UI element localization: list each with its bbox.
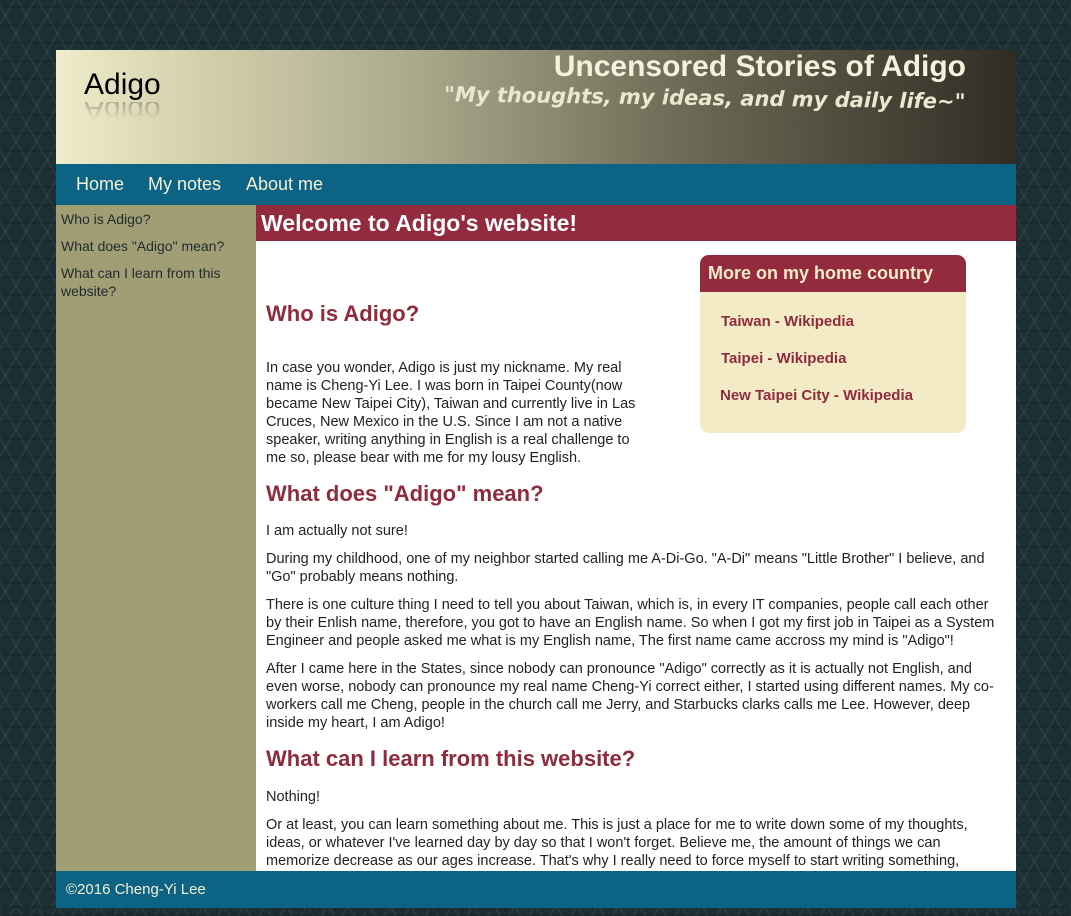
link-taiwan-wikipedia[interactable]: Taiwan - Wikipedia bbox=[721, 313, 854, 330]
logo[interactable]: Adigo Adigo bbox=[84, 68, 161, 120]
nav-my-notes[interactable]: My notes bbox=[148, 174, 221, 195]
main-content: Welcome to Adigo's website! Who is Adigo… bbox=[256, 205, 1016, 915]
nav-home[interactable]: Home bbox=[76, 174, 124, 195]
home-country-box: More on my home country Taiwan - Wikiped… bbox=[700, 255, 966, 433]
site-title: Uncensored Stories of Adigo bbox=[553, 50, 966, 83]
paragraph-mean-3: There is one culture thing I need to tel… bbox=[266, 597, 995, 649]
site-header: Adigo Adigo Uncensored Stories of Adigo … bbox=[56, 50, 1016, 164]
nav-about-me[interactable]: About me bbox=[246, 174, 323, 195]
site-footer: ©2016 Cheng-Yi Lee bbox=[56, 871, 1016, 908]
box-title: More on my home country bbox=[700, 255, 966, 292]
paragraph-mean-1: I am actually not sure! bbox=[266, 523, 408, 539]
paragraph-mean-4: After I came here in the States, since n… bbox=[266, 661, 994, 731]
sidebar-item-who-is-adigo[interactable]: Who is Adigo? bbox=[61, 210, 241, 228]
sidebar-item-what-can-i-learn[interactable]: What can I learn from this website? bbox=[61, 264, 241, 300]
link-taipei-wikipedia[interactable]: Taipei - Wikipedia bbox=[721, 350, 846, 367]
heading-who-is-adigo: Who is Adigo? bbox=[266, 301, 420, 326]
main-nav: Home My notes About me bbox=[56, 164, 1016, 205]
site-tagline: "My thoughts, my ideas, and my daily lif… bbox=[444, 82, 967, 114]
logo-reflection: Adigo bbox=[84, 102, 161, 120]
welcome-banner: Welcome to Adigo's website! bbox=[256, 205, 1016, 241]
heading-what-does-adigo-mean: What does "Adigo" mean? bbox=[266, 481, 544, 506]
paragraph-mean-2: During my childhood, one of my neighbor … bbox=[266, 551, 985, 585]
paragraph-who: In case you wonder, Adigo is just my nic… bbox=[266, 360, 636, 466]
page-wrapper: Adigo Adigo Uncensored Stories of Adigo … bbox=[56, 50, 1016, 915]
heading-what-can-i-learn: What can I learn from this website? bbox=[266, 746, 636, 771]
sidebar-item-what-does-adigo-mean[interactable]: What does "Adigo" mean? bbox=[61, 237, 241, 255]
link-new-taipei-wikipedia[interactable]: New Taipei City - Wikipedia bbox=[720, 387, 913, 404]
logo-text: Adigo bbox=[84, 68, 161, 101]
paragraph-learn-1: Nothing! bbox=[266, 789, 321, 805]
